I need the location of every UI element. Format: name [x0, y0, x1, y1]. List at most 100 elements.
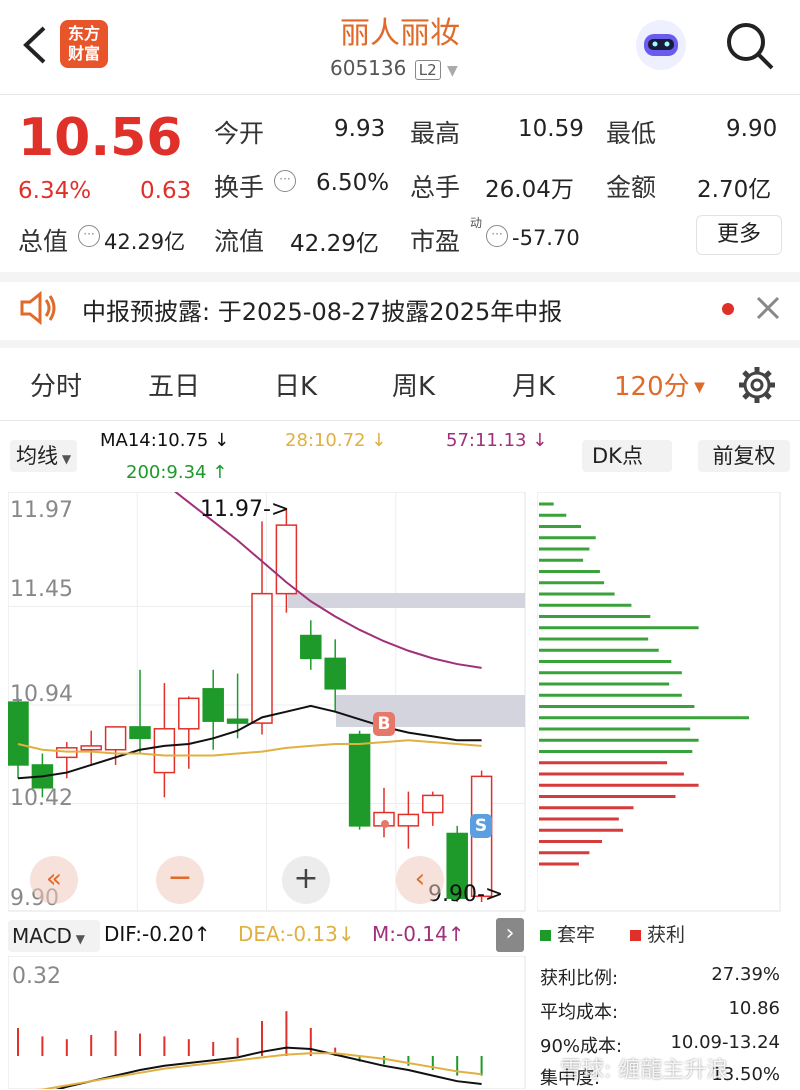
ma-selector[interactable]: 均线 ▼ [10, 440, 78, 472]
change-value: 0.63 [140, 178, 192, 204]
dk-button[interactable]: DK点 [582, 440, 672, 472]
turnover-value: 6.50% [316, 170, 390, 196]
tab-daily-k[interactable]: 日K [274, 366, 317, 403]
kline-chart[interactable] [8, 492, 526, 912]
ma200-value: 200:9.34 [126, 462, 207, 483]
open-label: 今开 [214, 119, 265, 148]
sell-marker[interactable]: S [470, 814, 492, 838]
chip-bar [539, 525, 581, 528]
macd-selector[interactable]: MACD ▼ [8, 920, 100, 952]
chip-bar [539, 513, 567, 517]
candle-body [348, 733, 371, 827]
max-price-value: 11.97 [200, 497, 263, 522]
chip-bar [539, 648, 659, 652]
tab-monthly-k[interactable]: 月K [512, 366, 555, 403]
legend-profit: 获利 [630, 920, 685, 947]
chip-bar [539, 705, 695, 708]
high-value: 10.59 [518, 116, 584, 142]
low-label: 最低 [606, 119, 657, 148]
candle-body [153, 728, 176, 774]
notice-text[interactable]: 中报预披露: 于2025-08-27披露2025年中报 [82, 292, 562, 327]
stat-value: 27.39% [711, 964, 780, 985]
adjust-button[interactable]: 前复权 [698, 440, 790, 472]
unread-dot [722, 303, 734, 315]
arrow-down-icon: ↓ [371, 430, 387, 451]
turnover-label: 换手 [214, 173, 265, 202]
settings-button[interactable] [736, 364, 778, 406]
level-badge: L2 [414, 60, 441, 80]
tab-five-day[interactable]: 五日 [148, 366, 200, 403]
arrow-up-icon: ↑ [193, 922, 211, 946]
volume-value: 26.04万 [485, 177, 574, 203]
dif-value: DIF:-0.20 [104, 922, 194, 946]
ma57-value: 57:11.13 [446, 430, 527, 451]
chip-bar [539, 682, 670, 686]
last-price: 10.56 [18, 108, 183, 168]
robot-avatar[interactable] [632, 18, 690, 72]
caret-down-icon: ▼ [689, 379, 705, 396]
chip-bar [539, 806, 634, 810]
caret-down-icon: ▼ [58, 452, 72, 466]
legend-trapped-swatch [540, 930, 551, 941]
chip-bar [539, 547, 590, 551]
zoom-in-button[interactable]: + [282, 856, 330, 904]
chip-bar [539, 558, 584, 562]
step-left-button[interactable]: ‹ [396, 856, 444, 904]
arrow-up-icon: ↑ [447, 922, 465, 946]
info-icon[interactable]: ··· [486, 225, 508, 247]
resistance-zone-lower [336, 695, 525, 727]
ma-selector-label: 均线 [16, 444, 58, 468]
chip-bar [539, 570, 600, 573]
arrow-down-icon: ↓ [532, 430, 548, 451]
amount-value: 2.70亿 [697, 177, 772, 203]
chip-bar [539, 615, 651, 618]
pe-label: 市盈 [410, 227, 461, 256]
mktcap-value: 42.29亿 [104, 230, 186, 254]
chip-bar [539, 637, 649, 641]
chip-bar [539, 626, 699, 630]
close-button[interactable] [752, 292, 784, 324]
buy-marker[interactable]: B [373, 712, 395, 736]
m-value: M:-0.14 [372, 922, 448, 946]
candle-body [202, 688, 224, 722]
candle-body [324, 657, 346, 690]
tab-120min[interactable]: 120分 ▼ [614, 366, 705, 403]
more-button[interactable]: 更多 [696, 215, 782, 255]
chip-bar [539, 738, 699, 742]
chip-bar [539, 783, 699, 787]
chip-bar [539, 817, 619, 821]
search-button[interactable] [722, 18, 778, 74]
info-icon[interactable]: ··· [78, 225, 100, 247]
stock-code-row[interactable]: 605136 L2 ▼ [330, 56, 470, 84]
legend-profit-label: 获利 [647, 924, 686, 946]
chip-distribution-chart[interactable] [537, 492, 781, 912]
change-pct: 6.34% [18, 178, 92, 204]
mktcap-label: 总值 [18, 227, 69, 256]
scroll-left-button[interactable]: « [30, 856, 78, 904]
dea-readout: DEA:-0.13↓ [238, 922, 355, 946]
stock-code: 605136 [330, 56, 407, 80]
stat-label: 获利比例: [540, 968, 619, 989]
ma14-readout: MA14:10.75 ↓ [100, 430, 229, 451]
chip-bar [539, 750, 693, 753]
legend-profit-swatch [630, 930, 641, 941]
expand-indicator-button[interactable]: › [496, 918, 524, 952]
tab-intraday[interactable]: 分时 [30, 366, 82, 403]
float-value: 42.29亿 [290, 231, 379, 257]
m-readout: M:-0.14↑ [372, 922, 465, 946]
macd-chart[interactable] [8, 956, 526, 1089]
chip-bar [539, 660, 672, 663]
zoom-out-button[interactable]: − [156, 856, 204, 904]
chip-bar [539, 592, 615, 596]
price-tick-2: 11.45 [10, 577, 73, 602]
stat-avg-cost: 平均成本: 10.86 [540, 998, 780, 1024]
stat-value: 10.86 [728, 998, 780, 1019]
caret-down-icon: ▼ [446, 63, 458, 79]
arrow-down-icon: ↓ [214, 430, 230, 451]
tab-weekly-k[interactable]: 周K [392, 366, 435, 403]
chip-bar [539, 581, 605, 585]
candle-body [226, 718, 249, 724]
info-icon[interactable]: ··· [274, 170, 296, 192]
float-label: 流值 [214, 227, 265, 256]
dea-value: DEA:-0.13 [238, 922, 338, 946]
